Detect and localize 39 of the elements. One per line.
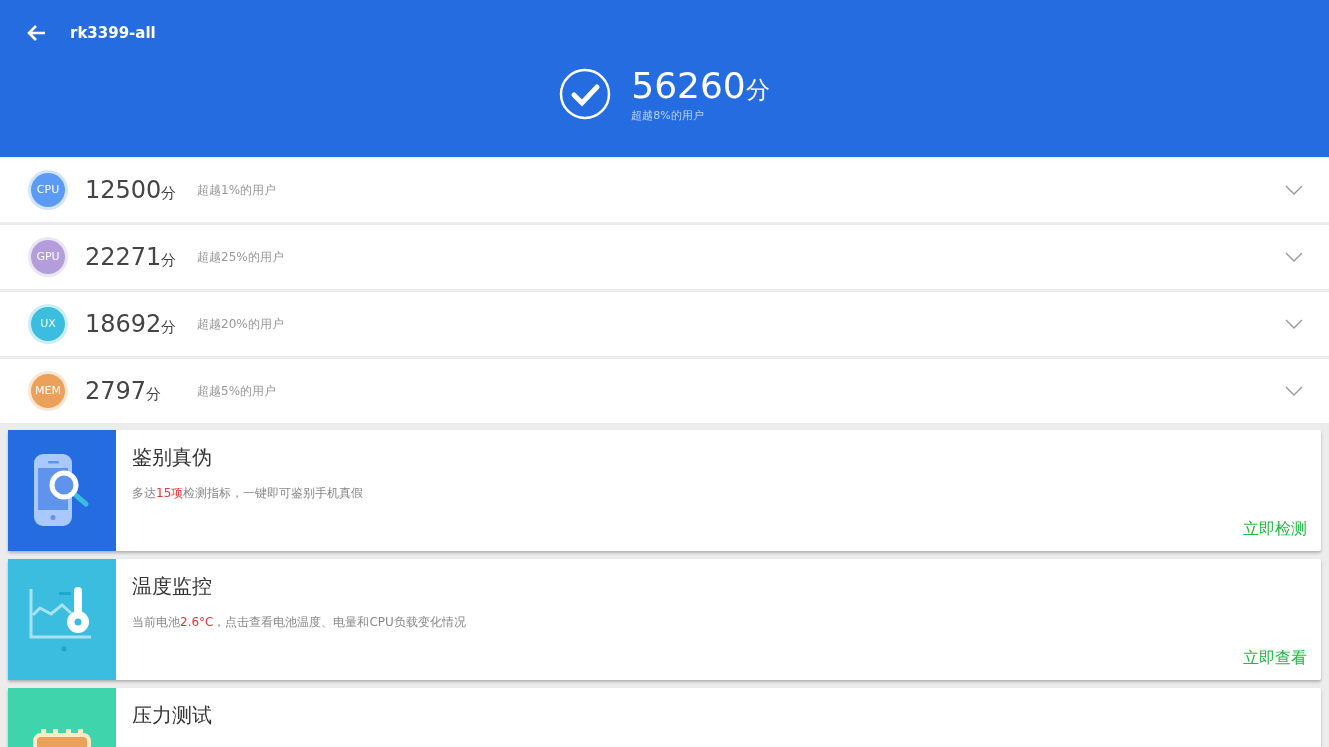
category-score: 18692 xyxy=(85,309,162,340)
score-unit: 分 xyxy=(161,184,177,204)
category-badge: MEM xyxy=(31,374,65,408)
rank-text: 超越25%的用户 xyxy=(197,249,284,266)
score-row[interactable]: GPU 22271分 超越25%的用户 xyxy=(0,225,1329,289)
total-score: 56260 xyxy=(631,64,746,108)
rank-text: 超越1%的用户 xyxy=(197,182,277,199)
feature-card[interactable]: 鉴别真伪 多达15项检测指标，一键即可鉴别手机真假 立即检测 xyxy=(8,430,1321,551)
category-badge: UX xyxy=(31,307,65,341)
feature-card[interactable]: 温度监控 当前电池2.6°C，点击查看电池温度、电量和CPU负载变化情况 立即查看 xyxy=(8,559,1321,680)
feature-description: 当前电池2.6°C，点击查看电池温度、电量和CPU负载变化情况 xyxy=(132,614,467,631)
score-row[interactable]: CPU 12500分 超越1%的用户 xyxy=(0,158,1329,222)
phone-search-icon xyxy=(34,453,90,528)
category-score: 2797 xyxy=(85,376,147,407)
category-badge: GPU xyxy=(31,240,65,274)
score-unit: 分 xyxy=(745,76,770,106)
chevron-down-icon[interactable] xyxy=(1285,386,1303,396)
category-badge: CPU xyxy=(31,173,65,207)
category-score: 12500 xyxy=(85,175,162,206)
rank-text: 超越20%的用户 xyxy=(197,316,284,333)
device-title: rk3399-all xyxy=(70,22,156,44)
feature-description: 多达15项检测指标，一键即可鉴别手机真假 xyxy=(132,485,365,502)
feature-title: 鉴别真伪 xyxy=(132,444,213,471)
chevron-down-icon[interactable] xyxy=(1285,252,1303,262)
category-score: 22271 xyxy=(85,242,162,273)
score-row[interactable]: MEM 2797分 超越5%的用户 xyxy=(0,359,1329,423)
chevron-down-icon[interactable] xyxy=(1285,185,1303,195)
score-row[interactable]: UX 18692分 超越20%的用户 xyxy=(0,292,1329,356)
score-unit: 分 xyxy=(161,318,177,338)
chevron-down-icon[interactable] xyxy=(1285,319,1303,329)
back-arrow-icon[interactable] xyxy=(26,24,46,42)
rank-text: 超越8%的用户 xyxy=(631,108,705,124)
score-unit: 分 xyxy=(146,385,162,405)
feature-card[interactable]: 压力测试 xyxy=(8,688,1321,747)
feature-title: 温度监控 xyxy=(132,573,213,600)
rank-text: 超越5%的用户 xyxy=(197,383,277,400)
feature-title: 压力测试 xyxy=(132,702,213,729)
score-unit: 分 xyxy=(161,251,177,271)
check-circle-icon xyxy=(559,68,612,121)
